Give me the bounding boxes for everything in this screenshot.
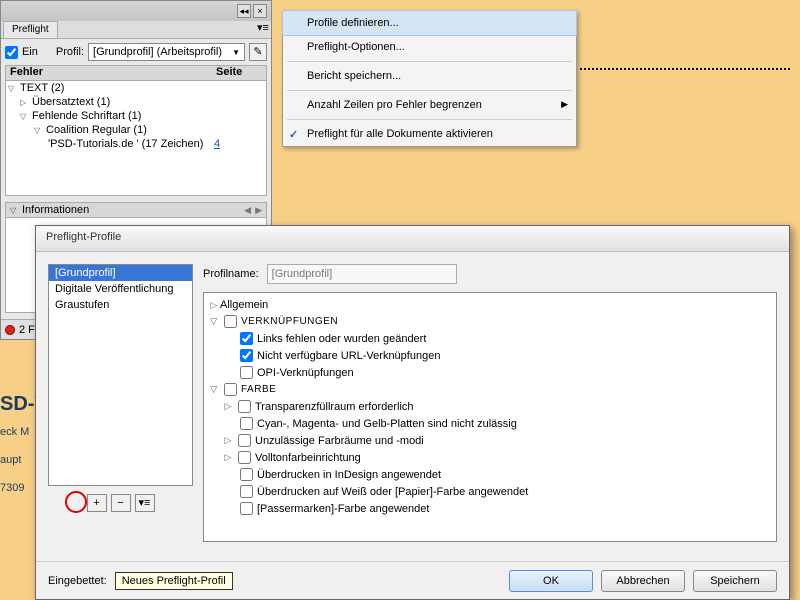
remove-profile-button[interactable]: − — [111, 494, 131, 512]
opt-checkbox[interactable] — [240, 366, 253, 379]
opt-item[interactable]: Links fehlen oder wurden geändert — [257, 333, 426, 345]
next-icon[interactable]: ▶ — [255, 205, 262, 216]
tree-toggle-icon[interactable]: ▷ — [222, 452, 234, 463]
opt-checkbox[interactable] — [238, 434, 251, 447]
profilname-input[interactable] — [267, 264, 457, 284]
profile-option[interactable]: [Grundprofil] — [49, 265, 192, 281]
ein-label: Ein — [22, 46, 38, 58]
opt-item[interactable]: [Passermarken]-Farbe angewendet — [257, 503, 429, 515]
options-tree[interactable]: ▷Allgemein ▽VERKNÜPFUNGEN Links fehlen o… — [203, 292, 777, 542]
prev-icon[interactable]: ◀ — [244, 205, 251, 216]
status-dot-icon — [5, 325, 15, 335]
tree-item[interactable]: Übersatztext (1) — [32, 96, 110, 108]
menu-save-report[interactable]: Bericht speichern... — [283, 64, 576, 88]
tree-toggle-icon[interactable]: ▽ — [10, 206, 20, 215]
tab-preflight[interactable]: Preflight — [3, 21, 58, 38]
dialog-title: Preflight-Profile — [36, 226, 789, 252]
col-error: Fehler — [6, 66, 216, 80]
add-profile-button[interactable]: + — [87, 494, 107, 512]
tree-toggle-icon[interactable]: ▷ — [222, 435, 234, 446]
tree-toggle-icon[interactable]: ▽ — [34, 126, 44, 135]
profile-option[interactable]: Digitale Veröffentlichung — [49, 281, 192, 297]
ein-checkbox[interactable] — [5, 46, 18, 59]
highlight-circle — [65, 491, 87, 513]
opt-checkbox[interactable] — [240, 417, 253, 430]
profilname-label: Profilname: — [203, 268, 259, 280]
cancel-button[interactable]: Abbrechen — [601, 570, 685, 592]
tree-toggle-icon[interactable]: ▽ — [8, 84, 18, 93]
collapse-icon[interactable]: ◂◂ — [237, 4, 251, 18]
error-list[interactable]: ▽TEXT (2) ▷Übersatztext (1) ▽Fehlende Sc… — [5, 81, 267, 196]
opt-checkbox[interactable] — [240, 502, 253, 515]
tree-item[interactable]: TEXT (2) — [20, 82, 64, 94]
preflight-profile-dialog: Preflight-Profile [Grundprofil] Digitale… — [35, 225, 790, 600]
edit-profile-icon[interactable]: ✎ — [249, 43, 267, 61]
separator — [287, 61, 572, 62]
menu-limit-rows[interactable]: Anzahl Zeilen pro Fehler begrenzen▶ — [283, 93, 576, 117]
opt-item[interactable]: Überdrucken in InDesign angewendet — [257, 469, 441, 481]
footer-count: 2 F — [19, 324, 35, 336]
check-icon: ✓ — [289, 128, 298, 141]
opt-item[interactable]: Cyan-, Magenta- und Gelb-Platten sind ni… — [257, 418, 517, 430]
ok-button[interactable]: OK — [509, 570, 593, 592]
opt-checkbox[interactable] — [240, 332, 253, 345]
opt-item[interactable]: Transparenzfüllraum erforderlich — [255, 401, 414, 413]
tree-toggle-icon[interactable]: ▷ — [208, 300, 220, 311]
tree-item[interactable]: 'PSD-Tutorials.de ' (17 Zeichen) — [48, 138, 214, 150]
info-label: Informationen — [22, 204, 89, 216]
col-page: Seite — [216, 66, 266, 80]
opt-item[interactable]: Volltonfarbeinrichtung — [255, 452, 361, 464]
separator — [287, 90, 572, 91]
profile-menu-button[interactable]: ▾≡ — [135, 494, 155, 512]
chevron-down-icon: ▼ — [232, 48, 240, 57]
opt-checkbox[interactable] — [238, 400, 251, 413]
tree-toggle-icon[interactable]: ▷ — [222, 401, 234, 412]
panel-title — [5, 5, 235, 17]
profil-value: [Grundprofil] (Arbeitsprofil) — [93, 46, 222, 58]
opt-checkbox[interactable] — [224, 383, 237, 396]
close-icon[interactable]: × — [253, 4, 267, 18]
tree-toggle-icon[interactable]: ▽ — [20, 112, 30, 121]
dotted-line — [580, 68, 790, 70]
opt-item[interactable]: Unzulässige Farbräume und -modi — [255, 435, 424, 447]
opt-item[interactable]: OPI-Verknüpfungen — [257, 367, 354, 379]
tree-toggle-icon[interactable]: ▽ — [208, 384, 220, 395]
profil-label: Profil: — [56, 46, 84, 58]
profile-listbox[interactable]: [Grundprofil] Digitale Veröffentlichung … — [48, 264, 193, 486]
embedded-label: Eingebettet: — [48, 575, 107, 587]
save-button[interactable]: Speichern — [693, 570, 777, 592]
menu-preflight-options[interactable]: Preflight-Optionen... — [283, 35, 576, 59]
tree-item[interactable]: Fehlende Schriftart (1) — [32, 110, 141, 122]
tree-toggle-icon[interactable]: ▷ — [20, 98, 30, 107]
profil-dropdown[interactable]: [Grundprofil] (Arbeitsprofil) ▼ — [88, 43, 245, 61]
context-menu: Profile definieren... Preflight-Optionen… — [282, 10, 577, 147]
menu-activate-all[interactable]: ✓Preflight für alle Dokumente aktivieren — [283, 122, 576, 146]
opt-checkbox[interactable] — [224, 315, 237, 328]
opt-checkbox[interactable] — [238, 451, 251, 464]
opt-allgemein[interactable]: Allgemein — [220, 299, 268, 311]
submenu-arrow-icon: ▶ — [561, 99, 568, 110]
page-link[interactable]: 4 — [214, 138, 264, 150]
opt-checkbox[interactable] — [240, 485, 253, 498]
opt-item[interactable]: Überdrucken auf Weiß oder [Papier]-Farbe… — [257, 486, 528, 498]
profile-option[interactable]: Graustufen — [49, 297, 192, 313]
menu-define-profiles[interactable]: Profile definieren... — [282, 10, 577, 36]
separator — [287, 119, 572, 120]
panel-titlebar[interactable]: ◂◂ × — [1, 1, 271, 21]
tooltip-new-profile: Neues Preflight-Profil — [115, 572, 233, 590]
opt-farbe[interactable]: FARBE — [241, 384, 276, 395]
tree-item[interactable]: Coalition Regular (1) — [46, 124, 147, 136]
opt-item[interactable]: Nicht verfügbare URL-Verknüpfungen — [257, 350, 440, 362]
opt-checkbox[interactable] — [240, 349, 253, 362]
tree-toggle-icon[interactable]: ▽ — [208, 316, 220, 327]
opt-checkbox[interactable] — [240, 468, 253, 481]
opt-verknupfungen[interactable]: VERKNÜPFUNGEN — [241, 316, 338, 327]
panel-menu-icon[interactable]: ▾≡ — [255, 21, 271, 38]
